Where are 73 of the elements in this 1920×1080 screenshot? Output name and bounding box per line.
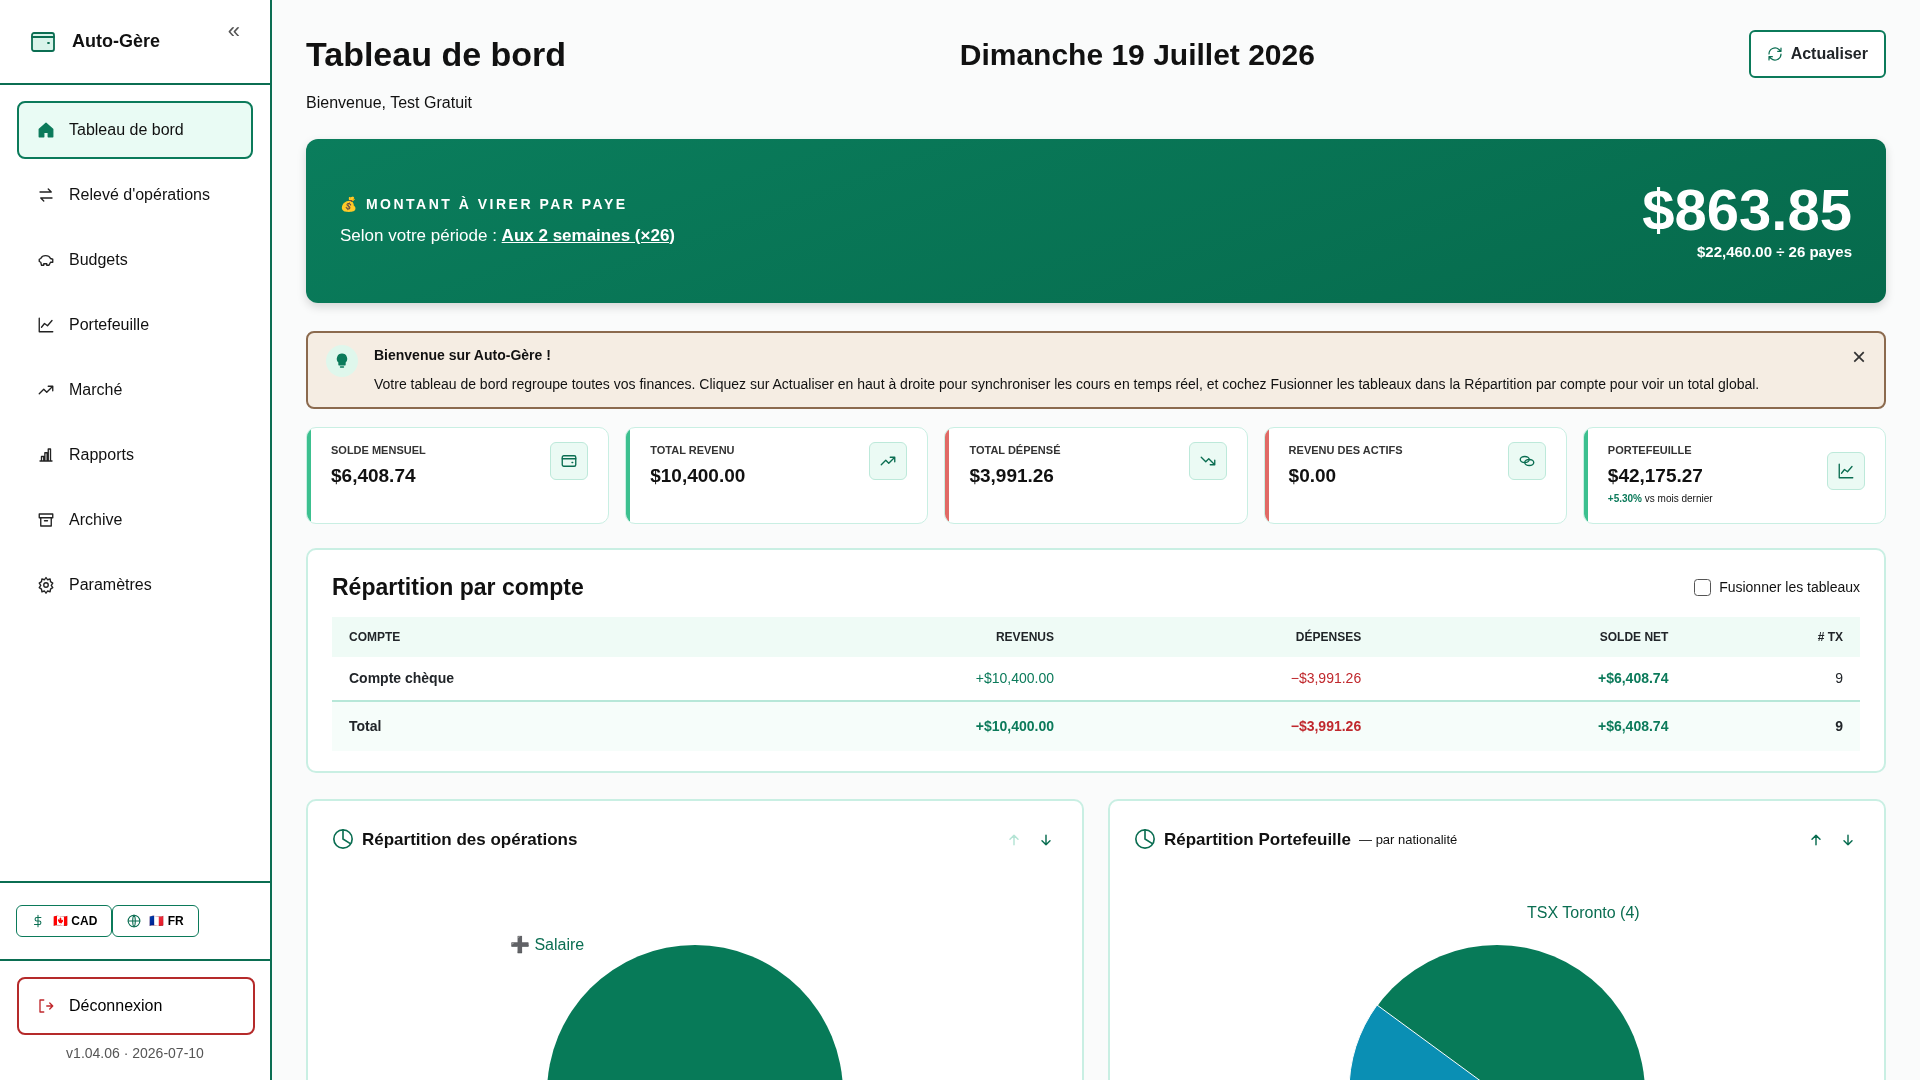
collapse-button[interactable]: «: [227, 14, 240, 47]
nav-item[interactable]: Budgets: [17, 231, 253, 289]
home-icon: [37, 121, 55, 139]
version-text: v1.04.06 · 2026-07-10: [65, 1044, 205, 1063]
pie-chart-icon: [1134, 828, 1156, 851]
swap-arrows-icon: [37, 186, 55, 204]
stat-label: PORTEFEUILLE: [1607, 442, 1693, 458]
globe-icon: [127, 914, 142, 928]
section-title: Répartition par compte: [332, 573, 584, 602]
table-cell: 9: [1685, 701, 1860, 752]
refresh-button[interactable]: Actualiser: [1748, 30, 1886, 78]
table-cell: −$3,991.26: [1070, 657, 1379, 702]
nav-item[interactable]: Archive: [17, 491, 253, 549]
stat-value: $6,408.74: [331, 464, 417, 489]
nav-item[interactable]: Portefeuille: [17, 296, 253, 354]
payout-amount: $863.85: [1642, 177, 1852, 242]
table-cell: −$3,991.26: [1070, 701, 1379, 752]
checkbox-label: Fusionner les tableaux: [1719, 578, 1860, 598]
payout-detail: $22,460.00 ÷ 26 payes: [1695, 242, 1852, 263]
logout-icon: [37, 997, 55, 1015]
stat-label: REVENU DES ACTIFS: [1288, 442, 1403, 458]
currency-button[interactable]: 🇨🇦 CAD: [16, 905, 113, 937]
stat-label: TOTAL DÉPENSÉ: [969, 442, 1061, 458]
change-text: +5.30% vs mois dernier: [1607, 491, 1713, 506]
column-header: REVENUS: [740, 617, 1071, 658]
stat-value: $42,175.27: [1607, 464, 1704, 489]
logout-button[interactable]: Déconnexion: [17, 977, 255, 1035]
chart-subtitle: — par nationalité: [1359, 830, 1458, 849]
stat-value: $10,400.00: [650, 464, 746, 489]
refresh-icon: [1766, 46, 1783, 62]
slice-label: ➕ Salaire: [510, 935, 585, 956]
column-header: SOLDE NET: [1378, 617, 1686, 658]
pie-chart-icon: [332, 828, 354, 851]
dollar-icon: [31, 914, 45, 928]
nav-item[interactable]: Rapports: [17, 426, 253, 484]
slice-label: TSX Toronto (4): [1527, 903, 1640, 924]
archive-box-icon: [37, 511, 55, 529]
stat-value: $0.00: [1288, 464, 1338, 489]
settings-icon: [37, 576, 55, 594]
banner-label: 💰 MONTANT À VIRER PAR PAYE: [340, 194, 629, 214]
page-title: Tableau de bord: [306, 34, 568, 75]
nav-item[interactable]: Marché: [17, 361, 253, 419]
stat-label: SOLDE MENSUEL: [331, 442, 426, 458]
nav-item[interactable]: Paramètres: [17, 556, 253, 614]
nav-item[interactable]: Relevé d'opérations: [17, 166, 253, 224]
line-chart-icon: [1837, 461, 1855, 480]
line-chart-icon: [37, 316, 55, 334]
period-text: Selon votre période : Aux 2 semaines (×26): [340, 224, 675, 247]
table-cell: +$6,408.74: [1378, 701, 1686, 752]
column-header: # TX: [1685, 617, 1860, 658]
bar-chart-icon: [37, 446, 55, 464]
column-header: COMPTE: [332, 617, 741, 658]
stat-value: $3,991.26: [969, 464, 1055, 489]
chart-title: Répartition des opérations: [362, 828, 578, 851]
table-cell: Compte chèque: [332, 657, 741, 702]
language-button[interactable]: 🇫🇷 FR: [112, 905, 199, 937]
merge-checkbox[interactable]: [1694, 579, 1712, 597]
date-heading: Dimanche 19 Juillet 2026: [958, 37, 1316, 73]
chart-title: Répartition Portefeuille: [1164, 828, 1352, 851]
column-header: DÉPENSES: [1070, 617, 1379, 658]
alert-title: Bienvenue sur Auto-Gère !: [374, 345, 552, 365]
table-cell: +$10,400.00: [740, 701, 1071, 752]
table-cell: 9: [1685, 657, 1860, 702]
welcome-text: Bienvenue, Test Gratuit: [306, 92, 474, 113]
alert-message: Votre tableau de bord regroupe toutes vos finances. Cliquez sur Actualiser en haut à droite pour synchroniser les cours en temps réel, et cochez Fusionner les tableaux dans la Répartition par compte pour voir un total global.: [374, 374, 1761, 394]
period-link[interactable]: Aux 2 semaines (×26): [501, 225, 675, 245]
table-cell: Total: [332, 701, 741, 752]
nav-item[interactable]: Tableau de bord: [17, 101, 253, 159]
table-cell: +$6,408.74: [1378, 657, 1686, 702]
close-button[interactable]: ×: [1852, 344, 1866, 369]
stat-label: TOTAL REVENU: [650, 442, 736, 458]
brand-name: Auto-Gère: [72, 30, 160, 53]
table-cell: +$10,400.00: [740, 657, 1071, 702]
